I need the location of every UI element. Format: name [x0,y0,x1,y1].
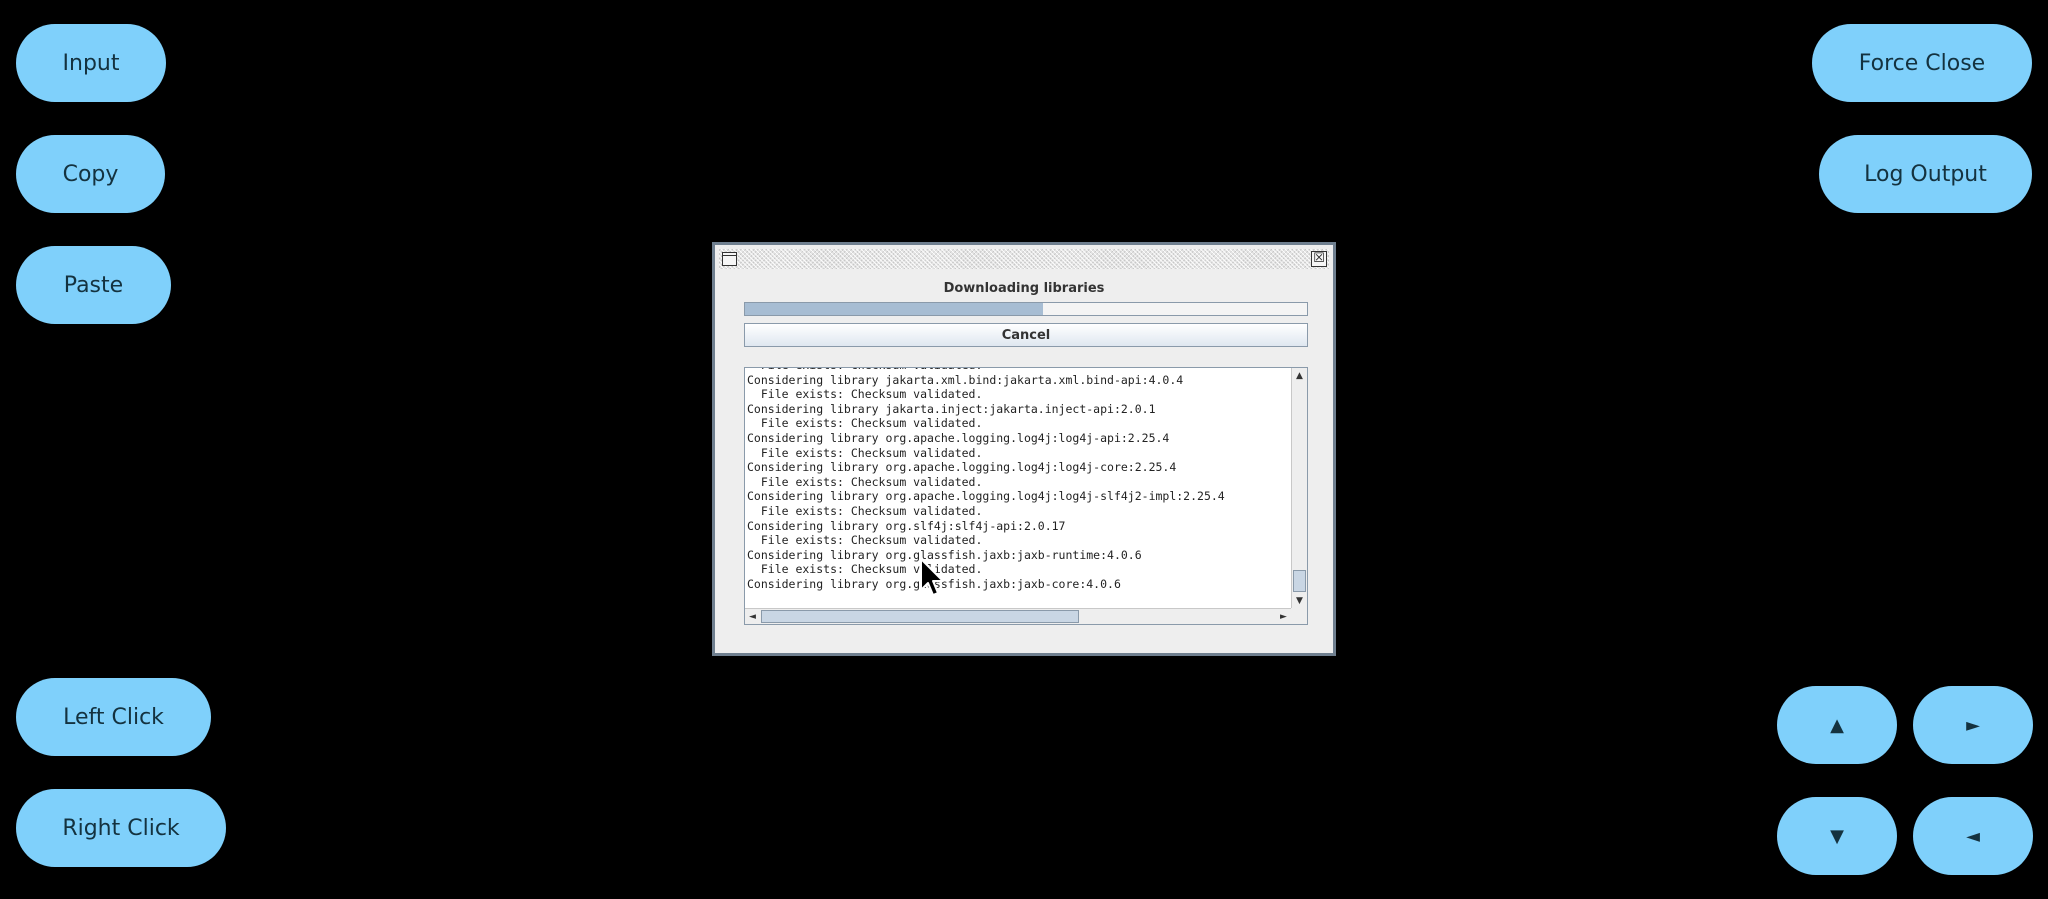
download-progress-bar [744,302,1308,316]
scroll-right-icon[interactable]: ► [1276,609,1291,624]
download-dialog: ☒ Downloading libraries Cancel File exis… [712,242,1336,656]
force-close-button[interactable]: Force Close [1812,24,2032,102]
horizontal-scroll-thumb[interactable] [761,610,1079,623]
arrow-up-button[interactable]: ▲ [1777,686,1897,764]
log-line: File exists: Checksum validated. [760,474,983,489]
input-button[interactable]: Input [16,24,166,102]
horizontal-scrollbar[interactable]: ◄ ► [745,608,1291,624]
arrow-left-button[interactable]: ◄ [1913,797,2033,875]
scroll-left-icon[interactable]: ◄ [745,609,760,624]
log-line: Considering library org.apache.logging.l… [747,460,1177,475]
close-icon[interactable]: ☒ [1311,251,1327,267]
arrow-down-button[interactable]: ▼ [1777,797,1897,875]
log-line: Considering library jakarta.inject:jakar… [747,401,1156,416]
paste-button[interactable]: Paste [16,246,171,324]
scroll-down-icon[interactable]: ▼ [1292,593,1307,608]
scrollbar-corner [1291,608,1307,624]
dialog-titlebar[interactable]: ☒ [719,249,1329,269]
log-output-button[interactable]: Log Output [1819,135,2032,213]
scroll-up-icon[interactable]: ▲ [1292,368,1307,383]
log-line: Considering library org.apache.logging.l… [747,430,1170,445]
log-line: Considering library org.slf4j:slf4j-api:… [747,518,1066,533]
log-line: Considering library org.apache.logging.l… [747,489,1225,504]
download-label: Downloading libraries [943,281,1105,296]
left-click-button[interactable]: Left Click [16,678,211,756]
log-line: File exists: Checksum validated. [760,503,983,518]
copy-button[interactable]: Copy [16,135,165,213]
arrow-right-button[interactable]: ► [1913,686,2033,764]
window-icon [722,252,737,266]
right-click-button[interactable]: Right Click [16,789,226,867]
vertical-scroll-thumb[interactable] [1293,570,1306,592]
progress-fill [745,303,1043,315]
log-line: File exists: Checksum validated. [760,533,983,548]
log-text: File exists: Checksum validated. Conside… [747,368,1287,592]
log-output-pane[interactable]: File exists: Checksum validated. Conside… [744,367,1308,625]
log-line: File exists: Checksum validated. [760,445,983,460]
log-line: File exists: Checksum validated. [747,368,983,372]
cancel-button[interactable]: Cancel [744,323,1308,347]
mouse-cursor-icon [920,558,944,596]
vertical-scrollbar[interactable]: ▲ ▼ [1291,368,1307,608]
log-line: File exists: Checksum validated. [760,387,983,402]
log-line: File exists: Checksum validated. [760,416,983,431]
log-line: Considering library jakarta.xml.bind:jak… [747,372,1184,387]
